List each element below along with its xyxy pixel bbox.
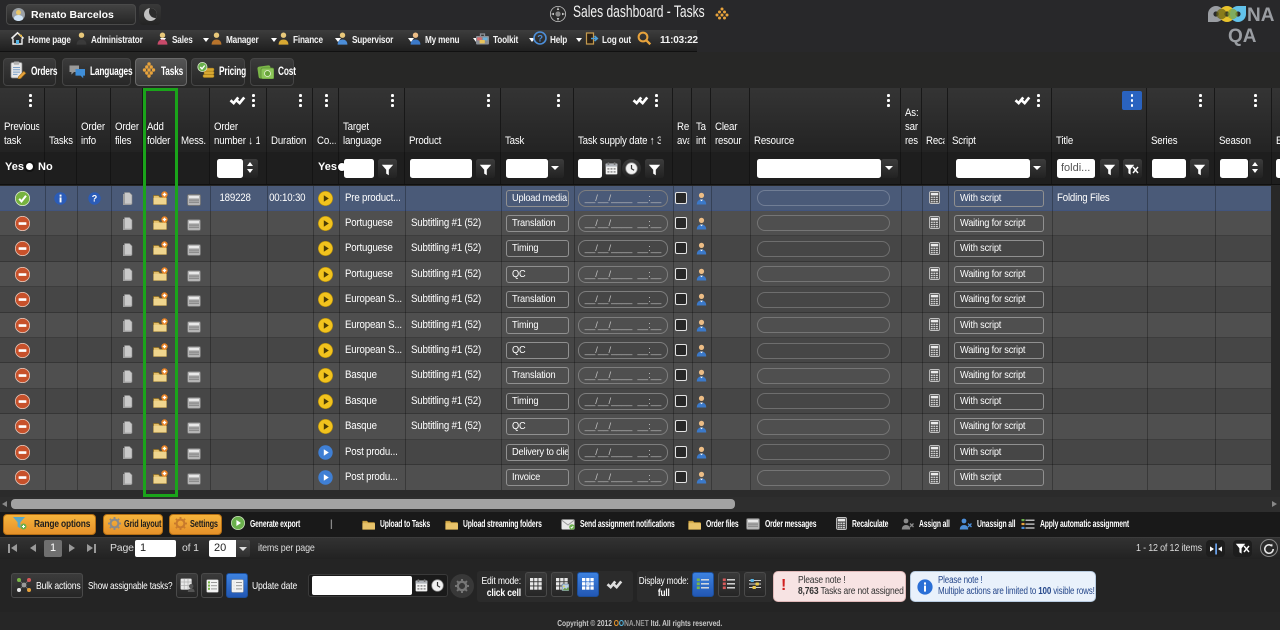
svg-text:NA: NA <box>1247 5 1275 26</box>
svg-text:?: ? <box>92 193 98 203</box>
svg-text:QA: QA <box>1228 26 1257 47</box>
svg-text:?: ? <box>537 33 543 44</box>
